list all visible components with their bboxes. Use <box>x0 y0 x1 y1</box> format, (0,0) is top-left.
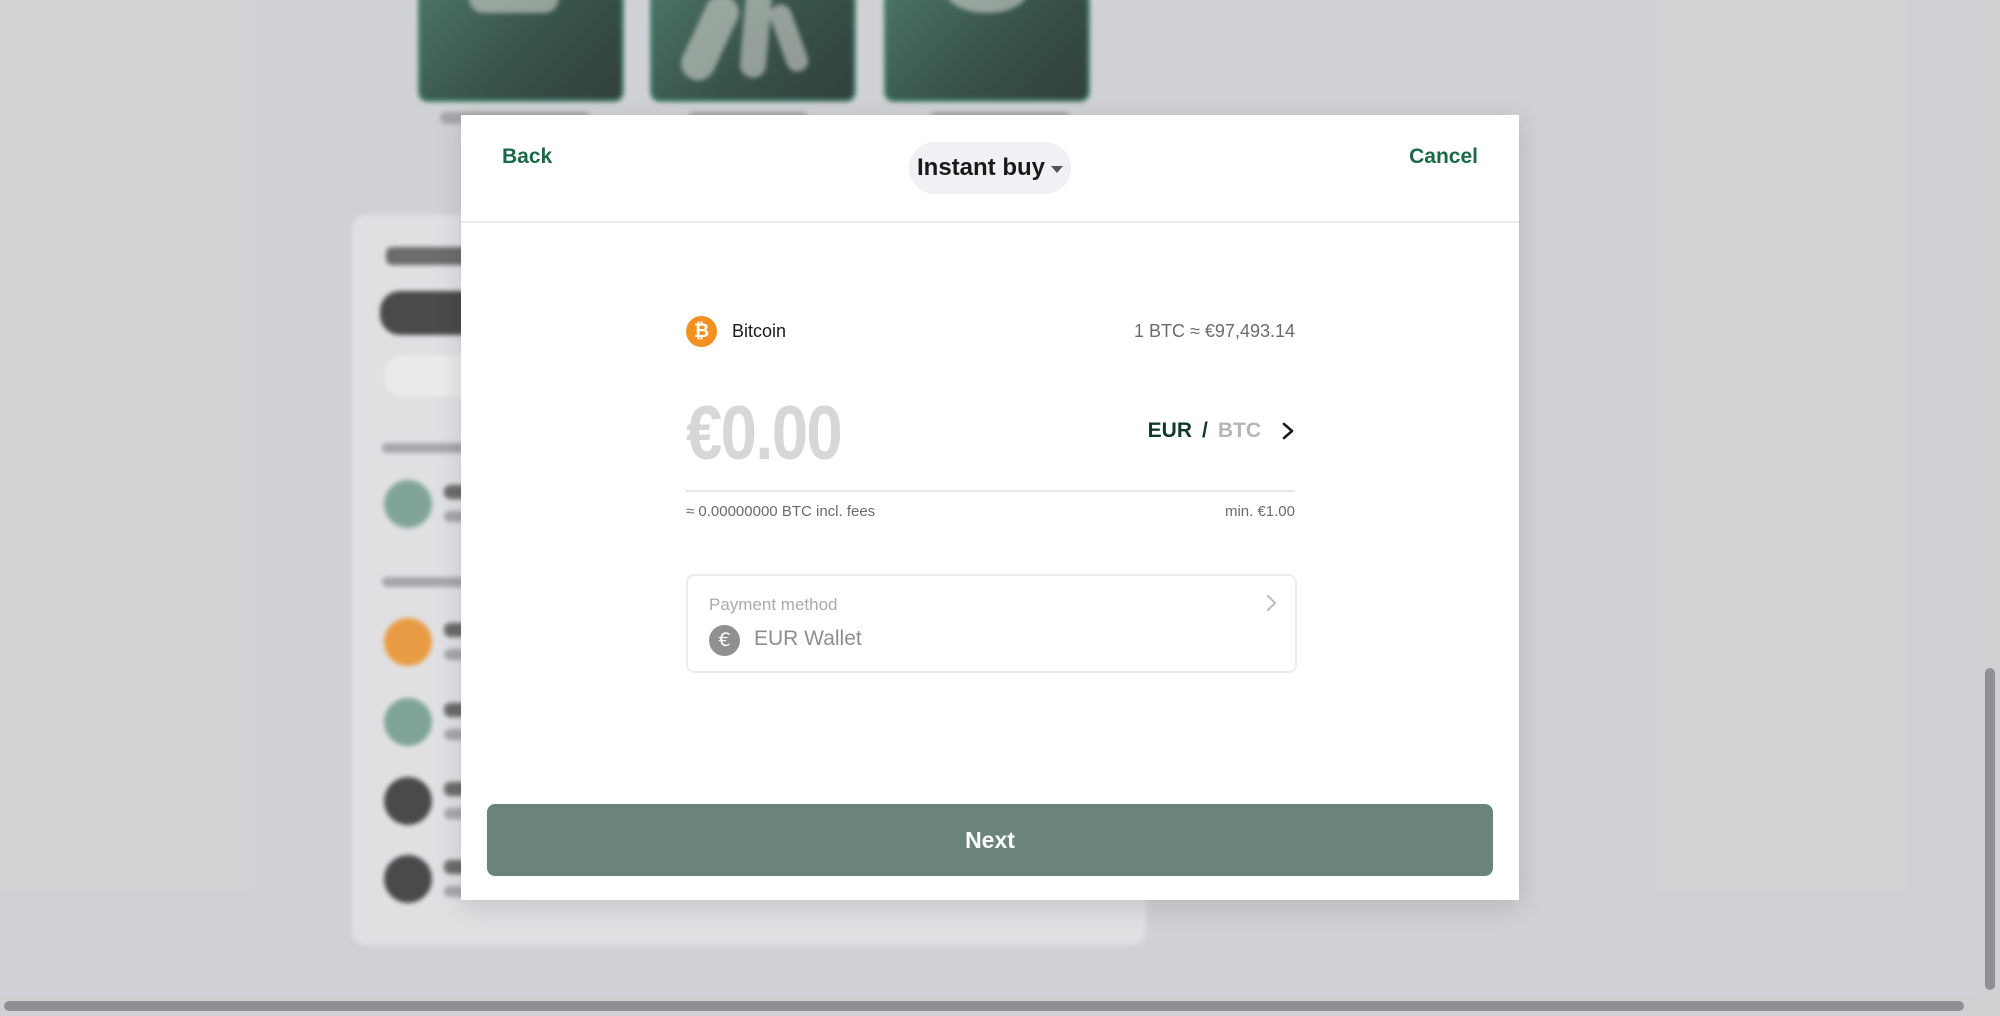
caret-down-icon <box>1051 166 1063 173</box>
conversion-note: ≈ 0.00000000 BTC incl. fees <box>686 503 876 520</box>
vertical-scrollbar-thumb[interactable] <box>1985 668 1995 990</box>
euro-icon: € <box>709 625 740 656</box>
currency-secondary: BTC <box>1217 419 1261 442</box>
asset-name: Bitcoin <box>732 321 787 341</box>
dialog-header: Back Instant buy Cancel <box>461 115 1519 223</box>
back-button[interactable]: Back <box>502 145 552 169</box>
horizontal-scrollbar-thumb[interactable] <box>4 1001 1964 1011</box>
chevron-right-icon <box>1282 422 1294 440</box>
currency-toggle[interactable]: EUR / BTC <box>1148 419 1295 443</box>
payment-method-selector[interactable]: Payment method € EUR Wallet <box>686 574 1297 673</box>
cancel-button[interactable]: Cancel <box>1409 145 1478 169</box>
payment-method-label: Payment method <box>709 595 838 614</box>
next-button[interactable]: Next <box>487 804 1493 876</box>
asset-row: ₿ Bitcoin 1 BTC ≈ €97,493.14 <box>686 315 1295 347</box>
mode-label: Instant buy <box>916 154 1045 181</box>
payment-method-value: EUR Wallet <box>754 627 862 650</box>
bitcoin-icon: ₿ <box>686 316 717 347</box>
chevron-right-icon <box>1267 595 1276 611</box>
instant-buy-dialog: Back Instant buy Cancel ₿ Bitcoin 1 BTC … <box>461 115 1519 900</box>
currency-separator: / <box>1201 419 1208 442</box>
minimum-note: min. €1.00 <box>1224 503 1295 520</box>
mode-dropdown[interactable]: Instant buy <box>909 142 1071 194</box>
currency-primary: EUR <box>1147 419 1192 442</box>
exchange-rate: 1 BTC ≈ €97,493.14 <box>1134 321 1295 341</box>
amount-input[interactable]: €0.00 <box>686 394 843 474</box>
amount-row: €0.00 EUR / BTC <box>686 385 1295 492</box>
